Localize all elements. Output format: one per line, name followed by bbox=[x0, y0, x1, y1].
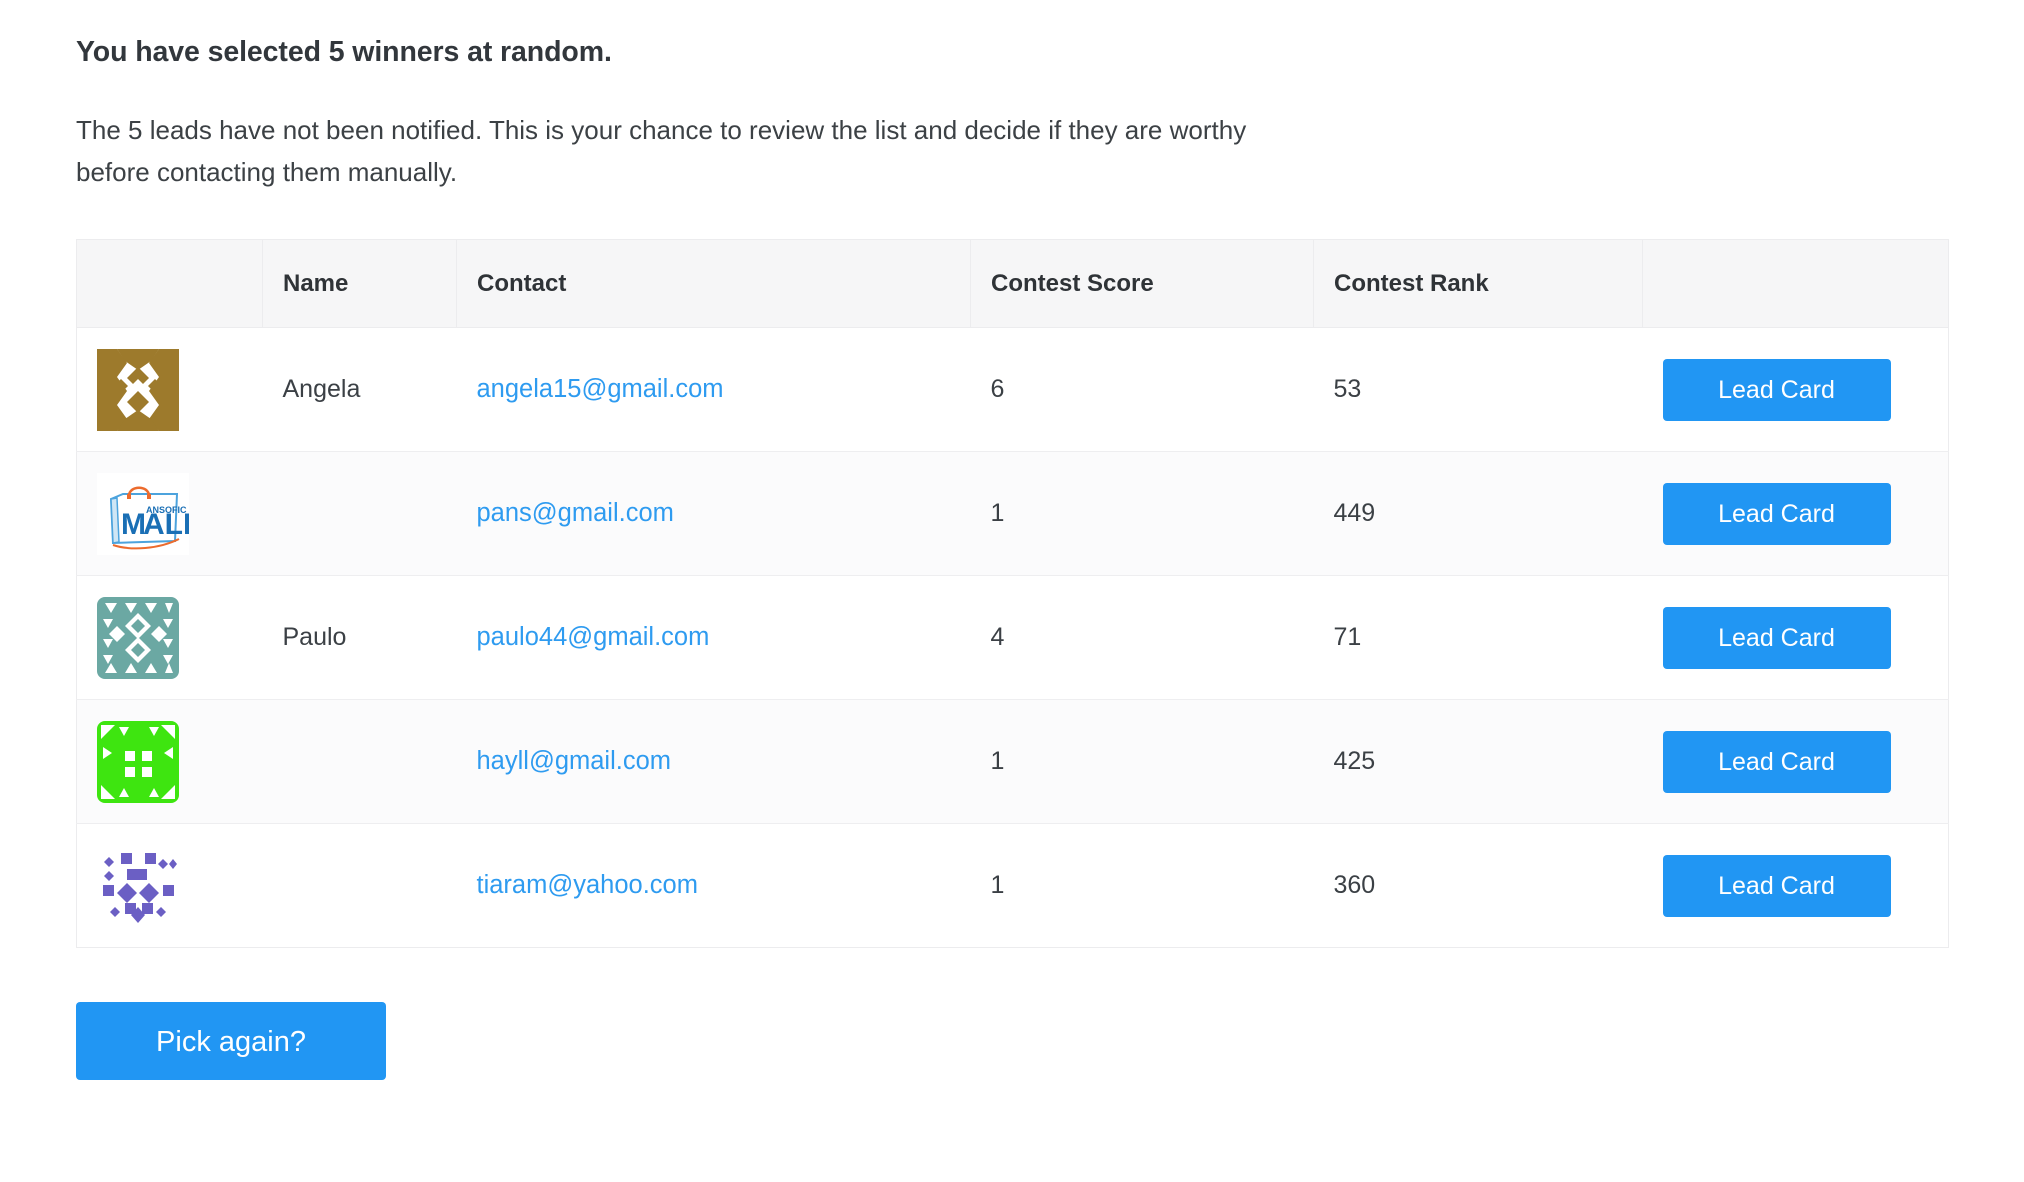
pansofic-mall-logo: M ALL ANSOFIC bbox=[97, 472, 201, 555]
contact-cell: hayll@gmail.com bbox=[456, 699, 971, 825]
table-row: M ALL ANSOFIC pans@gmail.com 1 449 Lead Car… bbox=[76, 451, 1949, 577]
table-body: Angela angela15@gmail.com 6 53 Lead Card M A… bbox=[76, 327, 1949, 948]
action-cell: Lead Card bbox=[1642, 699, 1949, 825]
lead-name: Angela bbox=[282, 375, 361, 404]
contest-score-cell: 1 bbox=[970, 699, 1314, 825]
contest-rank-cell: 71 bbox=[1313, 575, 1643, 701]
identicon-teal bbox=[97, 596, 179, 679]
contest-rank-value: 449 bbox=[1333, 499, 1376, 528]
lead-email-link[interactable]: paulo44@gmail.com bbox=[477, 623, 710, 651]
identicon-green bbox=[97, 720, 179, 803]
contact-cell: angela15@gmail.com bbox=[456, 327, 971, 453]
avatar-cell bbox=[76, 327, 263, 453]
name-cell bbox=[262, 451, 457, 577]
page-container: You have selected 5 winners at random. T… bbox=[0, 0, 2024, 1081]
column-header-contest-score: Contest Score bbox=[970, 239, 1314, 329]
lead-name: Paulo bbox=[282, 623, 347, 652]
contact-cell: pans@gmail.com bbox=[456, 451, 971, 577]
pick-again-button[interactable]: Pick again? bbox=[76, 1002, 386, 1081]
column-header-avatar bbox=[76, 239, 263, 329]
column-header-name: Name bbox=[262, 239, 457, 329]
action-cell: Lead Card bbox=[1642, 327, 1949, 453]
column-header-action bbox=[1642, 239, 1949, 329]
avatar-cell bbox=[76, 699, 263, 825]
column-header-contact: Contact bbox=[456, 239, 971, 329]
lead-email-link[interactable]: hayll@gmail.com bbox=[477, 747, 672, 775]
identicon-purple bbox=[97, 844, 179, 927]
lead-card-button[interactable]: Lead Card bbox=[1662, 482, 1891, 545]
action-cell: Lead Card bbox=[1643, 824, 1949, 948]
column-header-contest-rank: Contest Rank bbox=[1313, 239, 1643, 329]
contest-score-value: 1 bbox=[990, 871, 1005, 900]
lead-card-button[interactable]: Lead Card bbox=[1662, 606, 1891, 669]
lead-email-link[interactable]: tiaram@yahoo.com bbox=[477, 871, 698, 899]
name-cell bbox=[263, 824, 457, 948]
action-cell: Lead Card bbox=[1642, 451, 1949, 577]
lead-card-button[interactable]: Lead Card bbox=[1662, 358, 1891, 421]
contest-rank-cell: 53 bbox=[1313, 327, 1643, 453]
table-row: Paulo paulo44@gmail.com 4 71 Lead Card bbox=[76, 575, 1949, 701]
contest-rank-value: 71 bbox=[1333, 623, 1362, 652]
contact-cell: tiaram@yahoo.com bbox=[457, 824, 971, 948]
contact-cell: paulo44@gmail.com bbox=[456, 575, 971, 701]
contest-rank-value: 425 bbox=[1333, 747, 1376, 776]
contest-rank-cell: 360 bbox=[1314, 824, 1643, 948]
lead-email-link[interactable]: pans@gmail.com bbox=[477, 499, 674, 527]
winners-table: Name Contact Contest Score Contest Rank … bbox=[76, 239, 1949, 949]
svg-text:ANSOFIC: ANSOFIC bbox=[146, 505, 187, 515]
contest-rank-value: 360 bbox=[1333, 871, 1376, 900]
page-title: You have selected 5 winners at random. bbox=[76, 36, 612, 68]
contest-score-cell: 4 bbox=[970, 575, 1314, 701]
name-cell bbox=[262, 699, 457, 825]
contest-score-value: 6 bbox=[990, 375, 1005, 404]
contest-score-cell: 1 bbox=[971, 824, 1314, 948]
contest-score-cell: 1 bbox=[970, 451, 1314, 577]
identicon-gold bbox=[97, 348, 179, 431]
lead-email-link[interactable]: angela15@gmail.com bbox=[477, 375, 724, 403]
contest-score-cell: 6 bbox=[970, 327, 1314, 453]
name-cell: Paulo bbox=[262, 575, 457, 701]
contest-score-value: 1 bbox=[990, 499, 1005, 528]
action-cell: Lead Card bbox=[1642, 575, 1949, 701]
contest-rank-value: 53 bbox=[1333, 375, 1362, 404]
avatar-cell bbox=[76, 575, 263, 701]
table-row: tiaram@yahoo.com 1 360 Lead Card bbox=[77, 824, 1949, 948]
contest-rank-cell: 449 bbox=[1313, 451, 1643, 577]
avatar-cell bbox=[77, 824, 263, 948]
lead-card-button[interactable]: Lead Card bbox=[1662, 854, 1891, 917]
page-description: The 5 leads have not been notified. This… bbox=[76, 115, 1247, 188]
table-header: Name Contact Contest Score Contest Rank bbox=[76, 239, 1949, 329]
table-row: hayll@gmail.com 1 425 Lead Card bbox=[76, 699, 1949, 825]
table-header-row: Name Contact Contest Score Contest Rank bbox=[76, 239, 1949, 329]
contest-rank-cell: 425 bbox=[1313, 699, 1643, 825]
avatar-cell: M ALL ANSOFIC bbox=[76, 451, 263, 577]
name-cell: Angela bbox=[262, 327, 457, 453]
contest-score-value: 1 bbox=[990, 747, 1005, 776]
contest-score-value: 4 bbox=[990, 623, 1005, 652]
lead-card-button[interactable]: Lead Card bbox=[1662, 730, 1891, 793]
table-row: Angela angela15@gmail.com 6 53 Lead Card bbox=[76, 327, 1949, 453]
